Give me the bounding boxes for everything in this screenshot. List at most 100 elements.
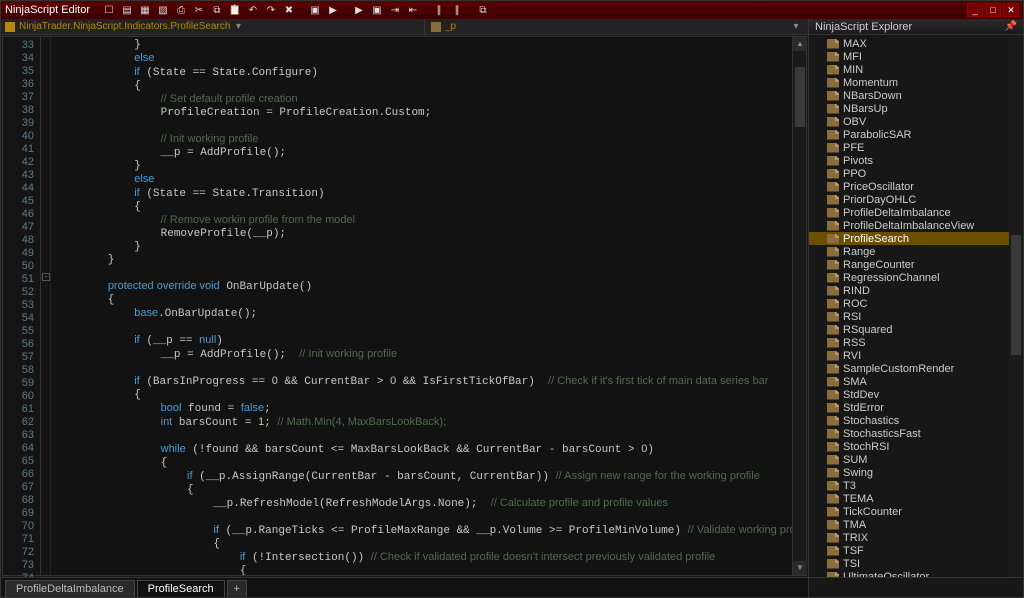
fold-column[interactable]: - (41, 37, 51, 575)
close-button[interactable]: ✕ (1003, 3, 1019, 17)
explorer-item-label: StochasticsFast (843, 428, 921, 440)
explorer-item-rangecounter[interactable]: RangeCounter (809, 258, 1023, 271)
explorer-item-stochrsi[interactable]: StochRSI (809, 440, 1023, 453)
compile-icon[interactable]: ▣ (368, 5, 386, 16)
explorer-item-profiledeltaimbalanceview[interactable]: ProfileDeltaImbalanceView (809, 219, 1023, 232)
explorer-item-tma[interactable]: TMA (809, 518, 1023, 531)
tab-add-button[interactable]: + (227, 580, 247, 597)
explorer-item-roc[interactable]: ROC (809, 297, 1023, 310)
explorer-item-tsf[interactable]: TSF (809, 544, 1023, 557)
explorer-item-rss[interactable]: RSS (809, 336, 1023, 349)
explorer-item-stochastics[interactable]: Stochastics (809, 414, 1023, 427)
explorer-item-sum[interactable]: SUM (809, 453, 1023, 466)
saveall-icon[interactable]: ▧ (154, 5, 172, 16)
explorer-item-tsi[interactable]: TSI (809, 557, 1023, 570)
print-icon[interactable]: ⎙ (172, 5, 190, 16)
copy-icon[interactable]: ⧉ (208, 5, 226, 16)
explorer-item-pfe[interactable]: PFE (809, 141, 1023, 154)
file-icon (827, 338, 839, 348)
file-icon (827, 481, 839, 491)
explorer-item-stochasticsfast[interactable]: StochasticsFast (809, 427, 1023, 440)
explorer-item-rsi[interactable]: RSI (809, 310, 1023, 323)
explorer-item-rsquared[interactable]: RSquared (809, 323, 1023, 336)
file-icon (827, 273, 839, 283)
scroll-down-arrow[interactable]: ▼ (793, 561, 807, 575)
explorer-scrollbar[interactable] (1009, 35, 1023, 577)
file-icon (827, 286, 839, 296)
explorer-item-ppo[interactable]: PPO (809, 167, 1023, 180)
code-area[interactable]: 3334353637383940414243444546474849505152… (2, 36, 807, 576)
scroll-thumb[interactable] (795, 67, 805, 127)
explorer-item-sma[interactable]: SMA (809, 375, 1023, 388)
explorer-item-tema[interactable]: TEMA (809, 492, 1023, 505)
explorer-item-obv[interactable]: OBV (809, 115, 1023, 128)
explorer-item-profiledeltaimbalance[interactable]: ProfileDeltaImbalance (809, 206, 1023, 219)
outdent-icon[interactable]: ∥ (448, 5, 466, 16)
explorer-item-samplecustomrender[interactable]: SampleCustomRender (809, 362, 1023, 375)
explorer-item-profilesearch[interactable]: ProfileSearch (809, 232, 1023, 245)
file-icon (827, 182, 839, 192)
scroll-up-arrow[interactable]: ▲ (793, 37, 807, 51)
stepin-icon[interactable]: ⇤ (404, 5, 422, 16)
explorer-item-tickcounter[interactable]: TickCounter (809, 505, 1023, 518)
explorer-item-mfi[interactable]: MFI (809, 50, 1023, 63)
explorer-item-rvi[interactable]: RVI (809, 349, 1023, 362)
stepover-icon[interactable]: ⇥ (386, 5, 404, 16)
paste-icon[interactable]: 📋 (226, 5, 244, 16)
explorer-item-ultimateoscillator[interactable]: UltimateOscillator (809, 570, 1023, 577)
new-icon[interactable]: ☐ (100, 5, 118, 16)
member-selector[interactable]: _p ▾ (424, 19, 804, 34)
file-icon (827, 260, 839, 270)
file-icon (827, 117, 839, 127)
minimize-button[interactable]: _ (967, 3, 983, 17)
fold-toggle[interactable]: - (42, 273, 50, 281)
explorer-item-max[interactable]: MAX (809, 37, 1023, 50)
explorer-item-nbarsup[interactable]: NBarsUp (809, 102, 1023, 115)
explorer-item-min[interactable]: MIN (809, 63, 1023, 76)
uncomment-icon[interactable]: ▶ (324, 5, 342, 16)
explorer-item-trix[interactable]: TRIX (809, 531, 1023, 544)
file-icon (827, 559, 839, 569)
maximize-button[interactable]: □ (985, 3, 1001, 17)
explorer-item-label: PriorDayOHLC (843, 194, 916, 206)
explorer-item-momentum[interactable]: Momentum (809, 76, 1023, 89)
explorer-item-parabolicsar[interactable]: ParabolicSAR (809, 128, 1023, 141)
explorer-scroll-thumb[interactable] (1011, 235, 1021, 355)
tab-profilesearch[interactable]: ProfileSearch (137, 580, 225, 597)
pin-icon[interactable]: 📌 (1005, 21, 1017, 32)
comment-icon[interactable]: ▣ (306, 5, 324, 16)
line-number-gutter: 3334353637383940414243444546474849505152… (3, 37, 41, 575)
explorer-item-priceoscillator[interactable]: PriceOscillator (809, 180, 1023, 193)
explorer-item-pivots[interactable]: Pivots (809, 154, 1023, 167)
breadcrumb-path[interactable]: NinjaTrader.NinjaScript.Indicators.Profi… (19, 21, 230, 32)
breadcrumb-dropdown[interactable]: ▾ (230, 21, 246, 32)
tab-profiledeltaimbalance[interactable]: ProfileDeltaImbalance (5, 580, 135, 597)
indent-icon[interactable]: ∥ (430, 5, 448, 16)
explorer-item-label: TSI (843, 558, 860, 570)
redo-icon[interactable]: ↷ (262, 5, 280, 16)
run-icon[interactable]: ▶ (350, 5, 368, 16)
file-icon (827, 403, 839, 413)
file-icon (827, 234, 839, 244)
explorer-item-stddev[interactable]: StdDev (809, 388, 1023, 401)
explorer-item-range[interactable]: Range (809, 245, 1023, 258)
explorer-tree[interactable]: MAXMFIMINMomentumNBarsDownNBarsUpOBVPara… (809, 35, 1023, 577)
explorer-item-priordayohlc[interactable]: PriorDayOHLC (809, 193, 1023, 206)
titlebar: NinjaScript Editor ☐▤▦▧⎙✂⧉📋↶↷✖▣▶▶▣⇥⇤∥∥⧉ … (1, 1, 1023, 19)
explorer-item-t3[interactable]: T3 (809, 479, 1023, 492)
save-icon[interactable]: ▦ (136, 5, 154, 16)
member-dropdown[interactable]: ▾ (788, 21, 804, 32)
open-icon[interactable]: ▤ (118, 5, 136, 16)
explorer-item-nbarsdown[interactable]: NBarsDown (809, 89, 1023, 102)
code-text[interactable]: } else if (State == State.Configure) { /… (51, 37, 792, 575)
explorer-item-rind[interactable]: RIND (809, 284, 1023, 297)
vs-icon[interactable]: ⧉ (474, 5, 492, 16)
cut-icon[interactable]: ✂ (190, 5, 208, 16)
undo-icon[interactable]: ↶ (244, 5, 262, 16)
file-icon (827, 52, 839, 62)
explorer-item-regressionchannel[interactable]: RegressionChannel (809, 271, 1023, 284)
delete-icon[interactable]: ✖ (280, 5, 298, 16)
explorer-item-swing[interactable]: Swing (809, 466, 1023, 479)
vertical-scrollbar[interactable]: ▲ ▼ (792, 37, 806, 575)
explorer-item-stderror[interactable]: StdError (809, 401, 1023, 414)
